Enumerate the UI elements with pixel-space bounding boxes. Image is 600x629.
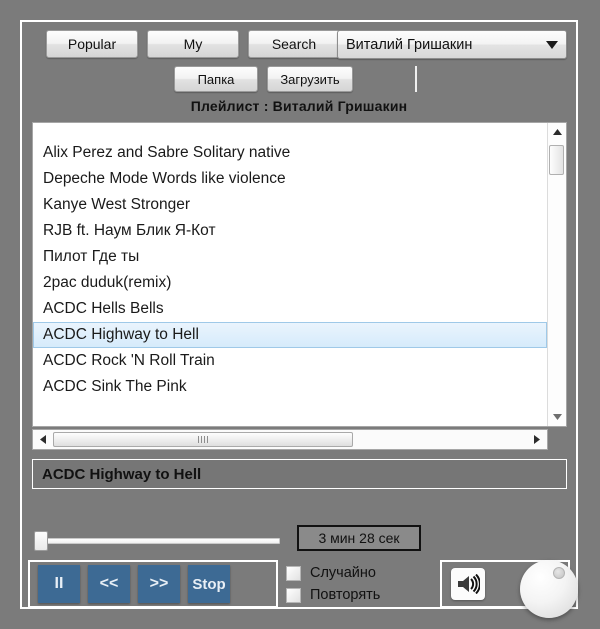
scroll-left-arrow-icon[interactable] [33, 430, 53, 449]
scrollbar-corner [548, 429, 567, 450]
list-item[interactable]: ACDC Rock 'N Roll Train [33, 348, 547, 374]
playlist-items: Alix Perez and Sabre Solitary native Depe… [33, 123, 547, 426]
pause-button[interactable]: II [38, 565, 80, 603]
repeat-checkbox-row[interactable]: Повторять [286, 587, 434, 603]
shuffle-label: Случайно [310, 565, 376, 581]
scroll-up-arrow-icon[interactable] [548, 123, 566, 141]
track-duration: 3 мин 28 сек [297, 525, 421, 551]
list-item[interactable]: ACDC Sink The Pink [33, 374, 547, 400]
chevron-down-icon [538, 40, 566, 49]
volume-knob-indicator [553, 567, 565, 579]
grip-icon [198, 436, 208, 443]
playlist-listbox[interactable]: Alix Perez and Sabre Solitary native Depe… [32, 122, 567, 427]
playlist-title: Плейлист : Виталий Гришакин [190, 98, 408, 114]
progress-slider-thumb[interactable] [34, 531, 48, 551]
now-playing-track: ACDC Highway to Hell [42, 465, 202, 483]
transport-controls: II << >> Stop [28, 560, 278, 608]
list-item[interactable]: ACDC Highway to Hell [33, 322, 547, 348]
progress-slider-track[interactable] [40, 538, 280, 544]
stop-button[interactable]: Stop [188, 565, 230, 603]
artist-select[interactable]: Виталий Гришакин [337, 30, 567, 59]
previous-button[interactable]: << [88, 565, 130, 603]
shuffle-checkbox[interactable] [286, 565, 301, 581]
repeat-label: Повторять [310, 587, 381, 603]
horizontal-scroll-thumb[interactable] [53, 432, 353, 447]
playlist-vertical-scrollbar[interactable] [547, 123, 566, 426]
list-item[interactable]: RJB ft. Наум Блик Я-Кот [33, 218, 547, 244]
repeat-checkbox[interactable] [286, 587, 301, 603]
list-item[interactable]: Alix Perez and Sabre Solitary native [33, 140, 547, 166]
playlist-horizontal-scrollbar[interactable] [32, 429, 548, 450]
progress-slider[interactable] [34, 530, 284, 552]
scroll-down-arrow-icon[interactable] [548, 408, 566, 426]
volume-knob[interactable] [520, 560, 578, 618]
now-playing-bar: ACDC Highway to Hell [32, 459, 567, 489]
artist-select-value: Виталий Гришакин [346, 36, 473, 53]
next-button[interactable]: >> [138, 565, 180, 603]
list-item[interactable]: ACDC Hells Bells [33, 296, 547, 322]
scroll-right-arrow-icon[interactable] [527, 430, 547, 449]
vertical-scroll-thumb[interactable] [549, 145, 564, 175]
horizontal-scroll-track[interactable] [53, 430, 527, 449]
text-caret [415, 66, 417, 92]
tab-popular[interactable]: Popular [46, 30, 138, 58]
vertical-scroll-track[interactable] [548, 141, 566, 408]
shuffle-checkbox-row[interactable]: Случайно [286, 565, 434, 581]
tab-my[interactable]: My [147, 30, 239, 58]
playback-options: Случайно Повторять [286, 560, 434, 608]
player-window: Popular My Search Виталий Гришакин Папка… [20, 20, 578, 618]
list-item[interactable]: Пилот Где ты [33, 244, 547, 270]
list-item[interactable]: Depeche Mode Words like violence [33, 166, 547, 192]
speaker-volume-icon[interactable] [451, 568, 485, 600]
list-item[interactable]: 2pac duduk(remix) [33, 270, 547, 296]
tab-search[interactable]: Search [248, 30, 340, 58]
track-duration-value: 3 мин 28 сек [318, 530, 400, 546]
list-item[interactable]: Kanye West Stronger [33, 192, 547, 218]
upload-button[interactable]: Загрузить [267, 66, 353, 92]
folder-button[interactable]: Папка [174, 66, 258, 92]
